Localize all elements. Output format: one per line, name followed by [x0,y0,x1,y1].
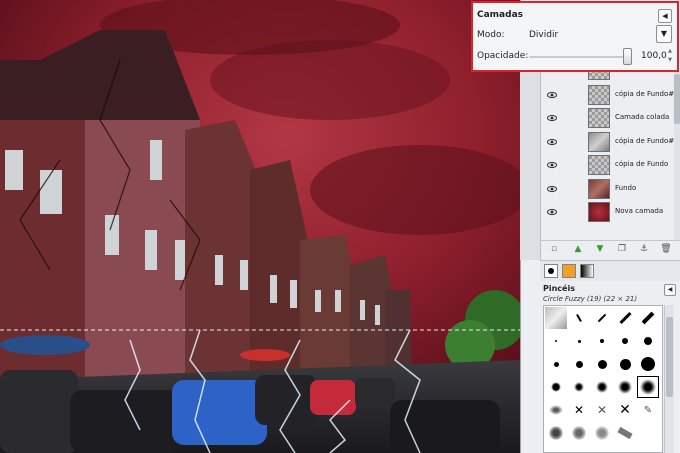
brush-cell[interactable] [568,330,590,352]
brush-cell[interactable]: ✕ [568,399,590,421]
layer-name: Nova camada [615,207,664,215]
brush-cell[interactable] [568,376,590,398]
eye-icon[interactable] [547,90,557,100]
layers-panel-title: Camadas [477,10,524,20]
layers-scrollbar[interactable] [674,72,680,240]
layer-thumbnail [588,202,610,222]
layers-panel-header: Camadas ◀ Modo: Dividir ▼ Opacidade: 100… [471,1,679,72]
brush-cell[interactable] [545,376,567,398]
layer-row[interactable]: cópia de Fundo#1 [540,130,679,154]
brush-cell[interactable]: ✕ [591,399,613,421]
raise-layer-icon[interactable]: ▲ [572,243,584,255]
layers-scrollbar-thumb[interactable] [674,74,680,124]
brush-cell[interactable] [545,307,567,329]
brush-cell[interactable] [591,422,613,444]
brush-cell[interactable] [591,307,613,329]
layer-thumbnail [588,85,610,105]
dock-side-strip [520,70,541,260]
brush-cell[interactable] [591,353,613,375]
brush-grid[interactable]: ✕ ✕ ✕ ✎ [543,305,663,453]
brushes-scrollbar-thumb[interactable] [666,317,673,397]
opacity-slider[interactable] [529,56,629,58]
brush-cell-selected[interactable] [637,376,659,398]
eye-icon[interactable] [547,137,557,147]
layer-name: cópia de Fundo [615,160,669,168]
layer-row[interactable]: cópia de Fundo#2 [540,83,679,107]
brush-cell[interactable]: ✕ [614,399,636,421]
opacity-label: Opacidade: [477,51,529,61]
triangle-left-icon[interactable]: ◀ [664,284,676,296]
layer-name: cópia de Fundo#2 [615,90,679,98]
eye-icon[interactable] [547,113,557,123]
eye-icon[interactable] [547,184,557,194]
delete-layer-icon[interactable]: 🗑 [660,243,672,255]
brush-cell[interactable] [614,307,636,329]
eye-icon[interactable] [547,160,557,170]
duplicate-layer-icon[interactable]: ❐ [616,243,628,255]
layer-row[interactable]: cópia de Fundo [540,153,675,177]
brush-cell[interactable] [545,422,567,444]
opacity-slider-handle[interactable] [623,48,632,65]
brush-cell[interactable] [568,307,590,329]
triangle-down-icon[interactable]: ▼ [656,25,672,43]
brush-cell[interactable] [545,399,567,421]
brush-cell[interactable] [614,330,636,352]
spin-arrows-icon[interactable]: ▲ ▼ [667,47,673,65]
image-canvas[interactable] [0,0,520,453]
selected-brush-name: Circle Fuzzy (19) (22 × 21) [543,295,638,303]
mode-label: Modo: [477,30,505,40]
layer-row[interactable]: Camada colada [540,106,675,130]
triangle-left-icon[interactable]: ◀ [658,9,672,23]
layer-name: Fundo [615,184,637,192]
tab-patterns[interactable] [562,264,576,278]
tab-brushes[interactable] [544,264,558,278]
brush-cell[interactable] [614,422,636,444]
mode-select[interactable]: Dividir [529,30,558,40]
brush-cell[interactable] [637,307,659,329]
brush-cell[interactable] [614,376,636,398]
brush-cell[interactable] [545,330,567,352]
layer-thumbnail [588,179,610,199]
brush-cell[interactable] [545,353,567,375]
tab-gradients[interactable] [580,264,594,278]
new-layer-icon[interactable]: ▫ [548,243,560,255]
brush-cell[interactable] [637,330,659,352]
brush-cell[interactable] [591,330,613,352]
eye-icon[interactable] [547,207,557,217]
brush-cell[interactable] [591,376,613,398]
layer-row[interactable]: Fundo [540,177,675,201]
brush-cell[interactable] [568,353,590,375]
layer-row[interactable]: Nova camada [540,200,675,224]
layer-thumbnail [588,155,610,175]
lower-layer-icon[interactable]: ▼ [594,243,606,255]
brush-cell[interactable]: ✎ [637,399,659,421]
layer-thumbnail [588,132,610,152]
layer-actions-bar: ▫ ▲ ▼ ❐ ⚓ 🗑 [540,240,680,257]
layer-name: cópia de Fundo#1 [615,137,679,145]
brush-cell[interactable] [568,422,590,444]
brushes-tab-strip [540,260,680,281]
edited-photo [0,0,520,453]
brush-cell[interactable] [614,353,636,375]
layer-thumbnail [588,108,610,128]
anchor-layer-icon[interactable]: ⚓ [638,243,650,255]
brushes-panel-title: Pincéis [543,284,575,293]
layer-name: Camada colada [615,113,670,121]
brush-cell[interactable] [637,353,659,375]
opacity-value[interactable]: 100,0 [641,51,667,61]
brushes-scrollbar[interactable] [664,305,674,453]
